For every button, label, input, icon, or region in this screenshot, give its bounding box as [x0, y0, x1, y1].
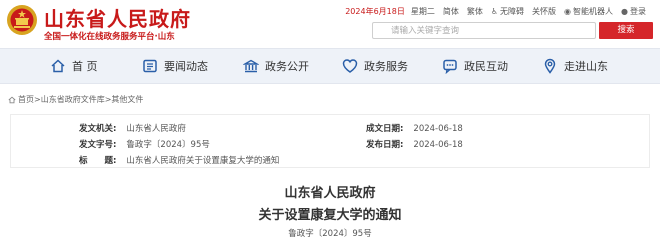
link-traditional[interactable]: 繁体	[467, 6, 483, 17]
robot-icon: ◉	[564, 7, 572, 16]
meta-issuer-label: 发文机关:	[79, 124, 117, 134]
link-simplified[interactable]: 简体	[443, 6, 459, 17]
link-traditional-label: 繁体	[466, 7, 483, 16]
link-login[interactable]: ● 登录	[621, 6, 646, 17]
breadcrumb-other-files[interactable]: 其他文件	[111, 94, 143, 105]
nav-item-interaction[interactable]: 政民互动	[442, 49, 508, 83]
link-robot[interactable]: ◉ 智能机器人	[564, 6, 613, 17]
site-header: 山东省人民政府 全国一体化在线政务服务平台·山东 2024年6月18日 星期二 …	[0, 0, 660, 48]
meta-published-value: 2024-06-18	[413, 140, 463, 150]
nav-item-home[interactable]: 首 页	[50, 49, 98, 83]
meta-published-label: 发布日期:	[366, 140, 404, 150]
document-title: 关于设置康复大学的通知	[258, 208, 402, 223]
nav-item-open-affairs-label: 政务公开	[265, 60, 309, 73]
document-number: 鲁政字〔2024〕95号	[288, 229, 372, 239]
breadcrumb-home[interactable]: 首页	[18, 94, 34, 105]
main-nav: 首 页 要闻动态 政务公开 政务服务 政民互动 走进山东	[0, 48, 660, 84]
nav-item-open-affairs[interactable]: 政务公开	[243, 49, 309, 83]
interaction-icon	[443, 59, 457, 74]
link-accessibility[interactable]: ♿ 无障碍	[491, 6, 524, 17]
breadcrumb-separator: >	[34, 95, 41, 104]
meta-docno: 发文字号: 鲁政字〔2024〕95号	[79, 138, 210, 150]
current-date: 2024年6月18日	[345, 7, 405, 16]
meta-title-label: 标 题:	[79, 156, 117, 166]
breadcrumb-file-library[interactable]: 山东省政府文件库	[41, 94, 105, 105]
nav-item-shandong-label: 走进山东	[564, 60, 608, 73]
document-meta-box: 发文机关: 山东省人民政府 成文日期: 2024-06-18 发文字号: 鲁政字〔20…	[10, 114, 650, 168]
map-pin-icon	[544, 58, 556, 74]
nav-item-home-label: 首 页	[72, 60, 98, 73]
home-icon	[51, 59, 65, 73]
current-weekday: 星期二	[410, 7, 435, 16]
meta-published: 发布日期: 2024-06-18	[366, 138, 463, 150]
service-icon	[342, 59, 358, 73]
search-input[interactable]: 请输入关键字查询	[372, 22, 596, 39]
meta-docno-label: 发文字号:	[79, 140, 117, 150]
breadcrumb-separator: >	[104, 95, 112, 104]
breadcrumb: 首页 > 山东省政府文件库 > 其他文件	[8, 94, 143, 105]
meta-created-label: 成文日期:	[366, 124, 404, 134]
meta-issuer-value: 山东省人民政府	[126, 124, 186, 134]
meta-created: 成文日期: 2024-06-18	[366, 122, 463, 134]
link-robot-label: 智能机器人	[573, 7, 614, 16]
link-simplified-label: 简体	[442, 7, 459, 16]
user-icon: ●	[621, 7, 628, 16]
nav-item-service-label: 政务服务	[364, 60, 408, 73]
document-title-issuer: 山东省人民政府	[284, 186, 376, 201]
site-subtitle: 全国一体化在线政务服务平台·山东	[44, 32, 175, 42]
nav-item-news[interactable]: 要闻动态	[142, 49, 208, 83]
search-button[interactable]: 搜索	[599, 22, 653, 39]
nav-item-service[interactable]: 政务服务	[342, 49, 408, 83]
link-login-label: 登录	[630, 7, 646, 16]
link-care-mode[interactable]: 关怀版	[532, 6, 556, 17]
national-emblem-icon	[7, 5, 37, 35]
meta-title-value: 山东省人民政府关于设置康复大学的通知	[126, 156, 280, 166]
link-accessibility-label: 无障碍	[500, 7, 525, 16]
meta-issuer: 发文机关: 山东省人民政府	[79, 122, 186, 134]
link-care-mode-label: 关怀版	[532, 7, 557, 16]
meta-title: 标 题: 山东省人民政府关于设置康复大学的通知	[79, 154, 279, 166]
meta-docno-value: 鲁政字〔2024〕95号	[126, 140, 210, 150]
open-affairs-icon	[243, 59, 259, 73]
nav-item-news-label: 要闻动态	[164, 60, 208, 73]
top-utility-bar: 2024年6月18日 星期二 简体 繁体 ♿ 无障碍 关怀版 ◉ 智能机器人 ● 登录	[345, 6, 646, 17]
nav-item-shandong[interactable]: 走进山东	[542, 49, 608, 83]
breadcrumb-home-icon	[8, 96, 16, 103]
site-title[interactable]: 山东省人民政府	[44, 3, 191, 32]
nav-item-interaction-label: 政民互动	[464, 60, 508, 73]
news-icon	[143, 59, 157, 73]
meta-created-value: 2024-06-18	[413, 124, 463, 134]
accessibility-icon: ♿	[490, 7, 499, 16]
